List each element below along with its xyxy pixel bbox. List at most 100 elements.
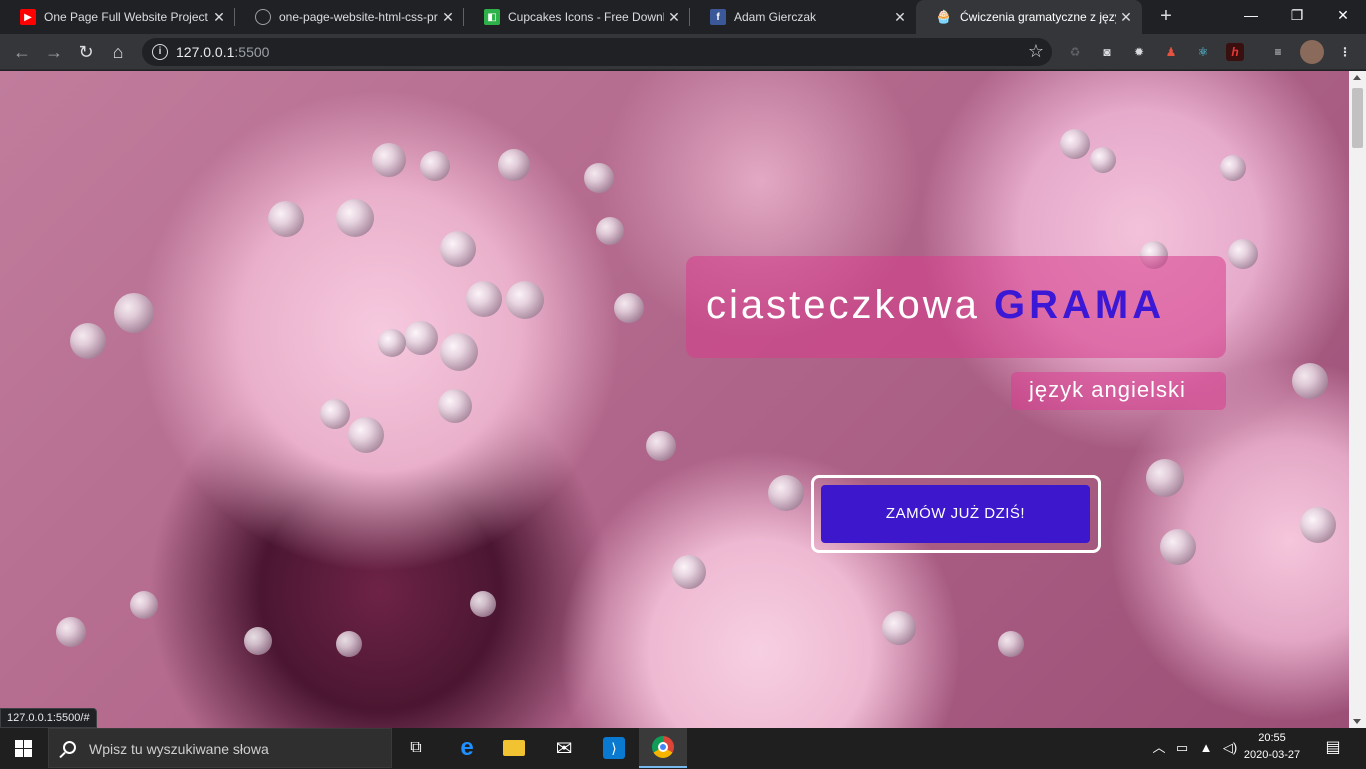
sprinkle-decoration: [1220, 155, 1246, 181]
sprinkle-decoration: [1060, 129, 1090, 159]
react-devtools-icon[interactable]: ⚛: [1194, 43, 1212, 61]
search-placeholder: Wpisz tu wyszukiwane słowa: [89, 741, 269, 757]
volume-icon[interactable]: ◁): [1220, 728, 1240, 768]
sprinkle-decoration: [244, 627, 272, 655]
taskbar-search[interactable]: Wpisz tu wyszukiwane słowa: [48, 728, 392, 768]
tab-title: Cupcakes Icons - Free Downlo: [508, 10, 664, 24]
tab-title: One Page Full Website Project: [44, 10, 208, 24]
task-view-icon[interactable]: ⧉: [392, 728, 440, 768]
action-center-icon[interactable]: ▤: [1318, 728, 1348, 768]
youtube-icon: ▶: [20, 9, 36, 25]
edge-icon[interactable]: e: [443, 728, 491, 768]
address-bar[interactable]: i 127.0.0.1:5500 ☆: [142, 38, 1052, 66]
tab-youtube[interactable]: ▶ One Page Full Website Project ✕: [0, 0, 235, 34]
sprinkle-decoration: [470, 591, 496, 617]
browser-toolbar: ← → ↻ ⌂ i 127.0.0.1:5500 ☆ ♻ ◙ ✹ ♟ ⚛ h ≡…: [0, 34, 1366, 70]
vscode-icon[interactable]: ⟩: [590, 728, 638, 768]
sprinkle-decoration: [1292, 363, 1328, 399]
sprinkle-decoration: [268, 201, 304, 237]
sprinkle-decoration: [440, 231, 476, 267]
home-button[interactable]: ⌂: [104, 38, 132, 66]
back-button[interactable]: ←: [8, 38, 36, 66]
github-icon: [255, 9, 271, 25]
sprinkle-decoration: [372, 143, 406, 177]
network-icon[interactable]: ▲: [1196, 728, 1216, 768]
chrome-icon[interactable]: [639, 728, 687, 768]
restore-button[interactable]: ❐: [1274, 0, 1320, 30]
taskbar-clock[interactable]: 20:55 2020-03-27: [1240, 730, 1304, 764]
search-icon: [63, 741, 76, 754]
sprinkle-decoration: [882, 611, 916, 645]
tab-close-icon[interactable]: ✕: [890, 9, 910, 26]
status-bar-url: 127.0.0.1:5500/#: [0, 708, 97, 728]
sprinkle-decoration: [438, 389, 472, 423]
tab-close-icon[interactable]: ✕: [438, 9, 458, 26]
screenshot-camera-icon[interactable]: ◙: [1098, 43, 1116, 61]
chrome-menu-icon[interactable]: ⋮: [1336, 43, 1354, 61]
tab-close-icon[interactable]: ✕: [1116, 9, 1136, 26]
bookmark-star-icon[interactable]: ☆: [1028, 41, 1044, 62]
hero-title-bold: GRAMA: [994, 283, 1166, 327]
file-explorer-icon[interactable]: [490, 728, 538, 768]
sprinkle-decoration: [1228, 239, 1258, 269]
hero-title: ciasteczkowa GRAMA: [706, 283, 1165, 328]
profile-avatar[interactable]: [1300, 40, 1324, 64]
hero-subtitle: język angielski: [1029, 377, 1186, 402]
forward-button[interactable]: →: [40, 38, 68, 66]
sprinkle-decoration: [130, 591, 158, 619]
url-host: 127.0.0.1: [176, 44, 235, 60]
address-url[interactable]: 127.0.0.1:5500: [176, 38, 269, 66]
mail-icon[interactable]: ✉: [540, 728, 588, 768]
sprinkle-decoration: [584, 163, 614, 193]
minimize-button[interactable]: —: [1228, 0, 1274, 30]
sprinkle-decoration: [336, 631, 362, 657]
scroll-up-icon[interactable]: [1353, 75, 1361, 80]
tab-close-icon[interactable]: ✕: [664, 9, 684, 26]
new-tab-button[interactable]: +: [1154, 4, 1178, 28]
page-scrollbar[interactable]: [1349, 71, 1366, 728]
sprinkle-decoration: [998, 631, 1024, 657]
cupcake-icon: 🧁: [935, 9, 953, 24]
sprinkle-decoration: [56, 617, 86, 647]
extension-person-icon[interactable]: ♟: [1162, 43, 1180, 61]
tray-chevron-icon[interactable]: ︿: [1150, 728, 1168, 768]
site-info-icon[interactable]: i: [152, 44, 168, 60]
sprinkle-decoration: [114, 293, 154, 333]
close-window-button[interactable]: ✕: [1320, 0, 1366, 30]
tab-facebook[interactable]: f Adam Gierczak ✕: [690, 0, 916, 34]
media-queue-icon[interactable]: ≡: [1269, 43, 1287, 61]
sprinkle-decoration: [336, 199, 374, 237]
url-port: :5500: [234, 44, 270, 60]
tab-title: Adam Gierczak: [734, 10, 817, 24]
windows-taskbar: Wpisz tu wyszukiwane słowa ⧉ e ✉ ⟩ ︿ ▭ ▲…: [0, 728, 1366, 768]
tab-github[interactable]: one-page-website-html-css-pr ✕: [235, 0, 464, 34]
settings-gear-icon[interactable]: ✹: [1130, 43, 1148, 61]
extension-h-icon[interactable]: h: [1226, 43, 1244, 61]
tab-close-icon[interactable]: ✕: [209, 9, 229, 26]
sprinkle-decoration: [440, 333, 478, 371]
reload-button[interactable]: ↻: [72, 38, 100, 66]
clock-date: 2020-03-27: [1243, 749, 1301, 761]
tab-active-cwiczenia[interactable]: 🧁 Ćwiczenia gramatyczne z język ✕: [916, 0, 1142, 34]
cupcakes-site-icon: ◧: [484, 9, 500, 25]
sprinkle-decoration: [1090, 147, 1116, 173]
battery-icon[interactable]: ▭: [1172, 728, 1192, 768]
extension-recycle-icon[interactable]: ♻: [1066, 43, 1084, 61]
order-now-button[interactable]: ZAMÓW JUŻ DZIŚ!: [821, 485, 1090, 543]
tab-cupcakes-icons[interactable]: ◧ Cupcakes Icons - Free Downlo ✕: [464, 0, 690, 34]
sprinkle-decoration: [646, 431, 676, 461]
start-button[interactable]: [0, 728, 48, 768]
facebook-icon: f: [710, 9, 726, 25]
tab-title: Ćwiczenia gramatyczne z język: [960, 10, 1116, 24]
sprinkle-decoration: [320, 399, 350, 429]
sprinkle-decoration: [404, 321, 438, 355]
sprinkle-decoration: [506, 281, 544, 319]
sprinkle-decoration: [672, 555, 706, 589]
scroll-thumb[interactable]: [1352, 88, 1363, 148]
scroll-down-icon[interactable]: [1353, 719, 1361, 724]
sprinkle-decoration: [1146, 459, 1184, 497]
sprinkle-decoration: [1160, 529, 1196, 565]
sprinkle-decoration: [498, 149, 530, 181]
tab-title: one-page-website-html-css-pr: [279, 10, 438, 24]
sprinkle-decoration: [378, 329, 406, 357]
